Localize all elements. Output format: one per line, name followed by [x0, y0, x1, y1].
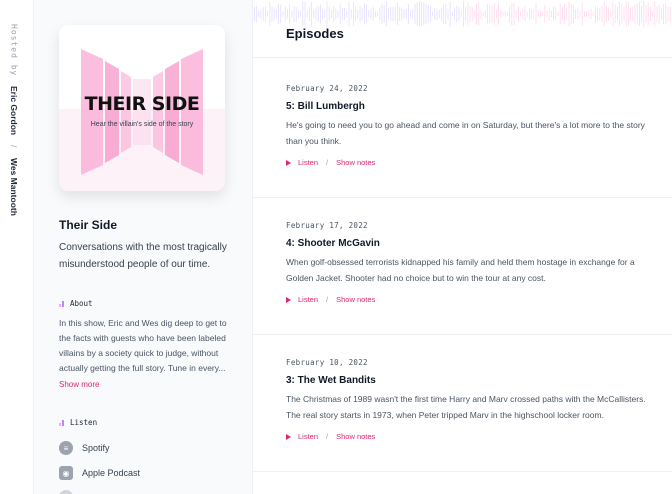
listen-spotify-link[interactable]: ≡ Spotify [59, 441, 110, 455]
host-separator: / [9, 145, 19, 148]
episode-actions: Listen / Show notes [286, 295, 646, 304]
episodes-title: Episodes [286, 26, 344, 41]
episode-show-notes-link[interactable]: Show notes [336, 432, 375, 441]
episode-date: February 24, 2022 [286, 84, 368, 93]
episode-date: February 17, 2022 [286, 221, 368, 230]
section-bars-icon [59, 419, 64, 426]
podcast-description: Conversations with the most tragically m… [59, 242, 227, 270]
about-text: In this show, Eric and Wes dig deep to g… [59, 318, 227, 373]
episode-item: February 17, 2022 4: Shooter McGavin Whe… [286, 221, 646, 304]
host-wes-mantooth[interactable]: Wes Mantooth [9, 158, 19, 216]
listen-more-link[interactable] [59, 490, 73, 494]
episode-title[interactable]: 3: The Wet Bandits [286, 375, 646, 386]
episode-show-notes-link[interactable]: Show notes [336, 295, 375, 304]
episodes-header: Episodes [253, 0, 672, 58]
listen-apple-podcast-label: Apple Podcast [82, 468, 141, 478]
about-heading-label: About [70, 299, 93, 308]
episode-item: February 24, 2022 5: Bill Lumbergh He's … [286, 84, 646, 167]
episode-description: When golf-obsessed terrorists kidnapped … [286, 257, 635, 283]
episode-divider [253, 197, 672, 198]
episode-listen-button[interactable]: Listen [286, 432, 318, 441]
hosted-by-label: Hosted by [9, 24, 19, 77]
listen-heading-label: Listen [70, 418, 98, 427]
listen-label: Listen [298, 295, 319, 304]
episode-actions: Listen / Show notes [286, 158, 646, 167]
hosts-strip: Hosted by Eric Gordon / Wes Mantooth [0, 0, 34, 494]
about-heading: About [59, 299, 93, 308]
actions-separator: / [326, 432, 329, 441]
episodes-panel: Episodes February 24, 2022 5: Bill Lumbe… [253, 0, 672, 494]
podcast-cover-art[interactable]: THEIR SIDE Hear the villain's side of th… [59, 25, 225, 191]
episode-divider [253, 471, 672, 472]
listen-spotify-label: Spotify [82, 443, 110, 453]
play-icon [286, 296, 291, 303]
episode-date: February 10, 2022 [286, 358, 368, 367]
episode-description: He's going to need you to go ahead and c… [286, 120, 645, 146]
listen-apple-podcast-link[interactable]: ◉ Apple Podcast [59, 466, 140, 480]
listen-label: Listen [298, 432, 319, 441]
podcast-icon [59, 490, 73, 494]
apple-podcast-icon: ◉ [59, 466, 73, 480]
episode-listen-button[interactable]: Listen [286, 158, 318, 167]
episode-listen-button[interactable]: Listen [286, 295, 318, 304]
episode-actions: Listen / Show notes [286, 432, 646, 441]
cover-title: THEIR SIDE [84, 93, 200, 115]
spotify-icon: ≡ [59, 441, 73, 455]
episode-title[interactable]: 4: Shooter McGavin [286, 238, 646, 249]
podcast-title: Their Side [59, 218, 118, 232]
listen-heading: Listen [59, 418, 97, 427]
actions-separator: / [326, 158, 329, 167]
episode-title[interactable]: 5: Bill Lumbergh [286, 101, 646, 112]
play-icon [286, 433, 291, 440]
section-bars-icon [59, 300, 64, 307]
episode-divider [253, 334, 672, 335]
listen-label: Listen [298, 158, 319, 167]
episode-show-notes-link[interactable]: Show notes [336, 158, 375, 167]
show-more-link[interactable]: Show more [59, 380, 99, 389]
episode-description: The Christmas of 1989 wasn't the first t… [286, 394, 646, 420]
hosts-credit: Hosted by Eric Gordon / Wes Mantooth [9, 24, 19, 216]
cover-subtitle: Hear the villain's side of the story [90, 121, 194, 128]
actions-separator: / [326, 295, 329, 304]
play-icon [286, 159, 291, 166]
podcast-sidebar: THEIR SIDE Hear the villain's side of th… [34, 0, 253, 494]
host-eric-gordon[interactable]: Eric Gordon [9, 86, 19, 135]
episode-item: February 10, 2022 3: The Wet Bandits The… [286, 358, 646, 441]
